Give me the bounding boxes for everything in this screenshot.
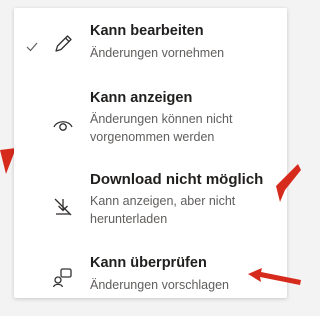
download-blocked-icon bbox=[54, 198, 72, 216]
annotation-arrow-download bbox=[276, 164, 301, 202]
review-icon bbox=[52, 268, 72, 288]
menu-item-can-edit[interactable]: Kann bearbeiten Änderungen vornehmen bbox=[14, 8, 287, 78]
menu-item-can-review[interactable]: Kann überprüfen Änderungen vorschlagen bbox=[14, 252, 287, 298]
annotation-arrow-review bbox=[248, 268, 301, 285]
item-description: Änderungen vornehmen bbox=[90, 46, 225, 60]
item-description: Änderungen können nicht vorgenommen werd… bbox=[90, 112, 233, 144]
screenshot-stage: Kann bearbeiten Änderungen vornehmen Kan… bbox=[0, 0, 301, 316]
item-title: Kann bearbeiten bbox=[90, 23, 204, 39]
pencil-icon bbox=[55, 35, 72, 52]
item-description: Kann anzeigen, aber nicht herunterladen bbox=[90, 194, 236, 226]
item-title: Download nicht möglich bbox=[90, 171, 264, 188]
permissions-menu: Kann bearbeiten Änderungen vornehmen Kan… bbox=[14, 8, 287, 298]
menu-item-can-view[interactable]: Kann anzeigen Änderungen können nicht vo… bbox=[14, 86, 287, 160]
menu-item-block-download[interactable]: Download nicht möglich Kann anzeigen, ab… bbox=[14, 168, 287, 242]
checkmark-icon bbox=[26, 42, 38, 52]
eye-icon bbox=[53, 121, 73, 131]
item-title: Kann überprüfen bbox=[90, 255, 207, 271]
item-title: Kann anzeigen bbox=[90, 90, 193, 106]
